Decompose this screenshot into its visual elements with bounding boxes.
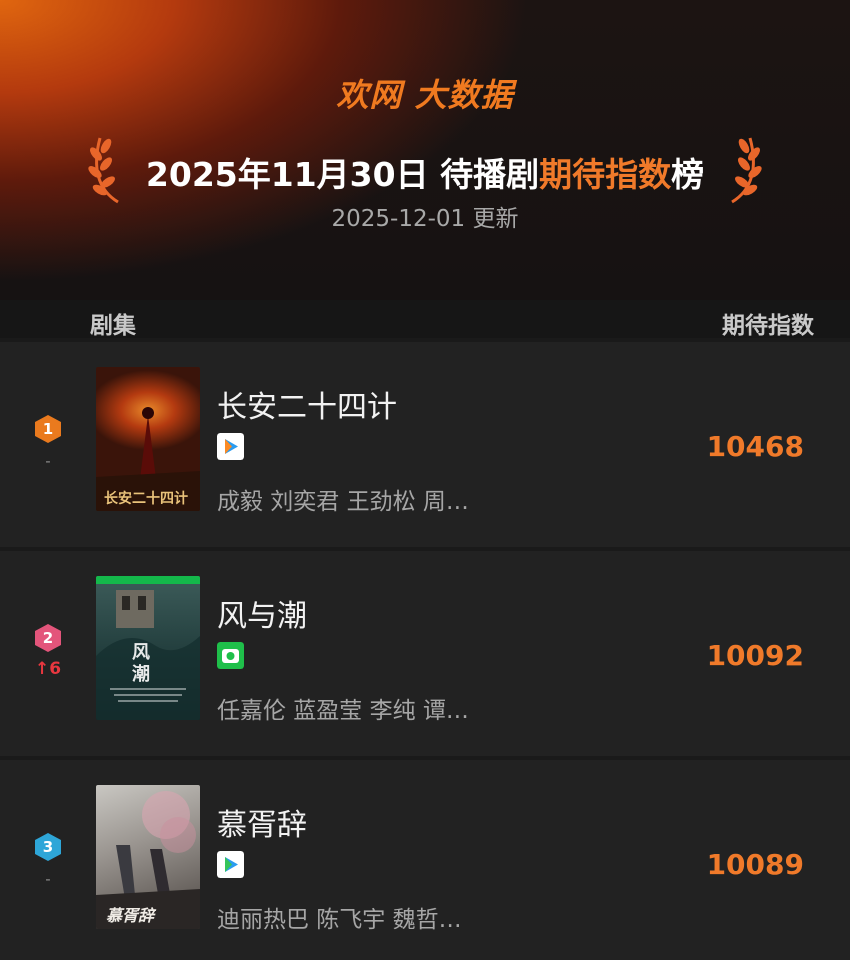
iqiyi-icon — [217, 642, 244, 669]
series-title: 慕胥辞 — [217, 808, 307, 843]
svg-text:长安二十四计: 长安二十四计 — [104, 490, 188, 507]
rank-change: - — [45, 870, 51, 888]
svg-text:潮: 潮 — [132, 664, 150, 685]
title-prefix: 2025年11月30日 待播剧 — [145, 155, 540, 194]
page-title: 2025年11月30日 待播剧期待指数榜 — [0, 148, 850, 196]
poster-image[interactable]: 慕胥辞 — [96, 785, 200, 929]
tencent-video-icon — [217, 433, 244, 460]
cast-list: 迪丽热巴 陈飞宇 魏哲… — [217, 907, 462, 933]
series-title: 长安二十四计 — [217, 390, 397, 425]
poster-image[interactable]: 风 潮 — [96, 576, 200, 720]
ranking-row-1[interactable]: 1 - 长安二十四计 长安二十四计 成毅 刘奕君 王劲松 周… 10468 — [0, 342, 850, 547]
update-date: 2025-12-01 更新 — [331, 206, 519, 232]
column-index-label: 期待指数 — [722, 313, 814, 339]
rank-change-up: ↑6 — [34, 659, 62, 679]
column-header: 剧集 期待指数 — [0, 300, 850, 339]
title-suffix: 榜 — [671, 155, 705, 194]
rank-badge: 2 — [33, 623, 63, 653]
expectation-score: 10092 — [706, 639, 804, 672]
tencent-video-icon — [217, 851, 244, 878]
cast-list: 任嘉伦 蓝盈莹 李纯 谭… — [217, 698, 469, 724]
column-series-label: 剧集 — [90, 313, 136, 339]
rank-badge: 1 — [33, 414, 63, 444]
arrow-up-icon: ↑ — [34, 659, 50, 679]
title-highlight: 期待指数 — [539, 155, 672, 194]
logo-text: 欢网 大数据 — [336, 76, 514, 114]
series-title: 风与潮 — [217, 599, 307, 634]
rank-change: - — [45, 452, 51, 470]
svg-text:慕胥辞: 慕胥辞 — [106, 906, 157, 925]
expectation-score: 10089 — [706, 848, 804, 881]
rank-badge: 3 — [33, 832, 63, 862]
svg-text:风: 风 — [132, 642, 150, 663]
ranking-row-3[interactable]: 3 - 慕胥辞 慕胥辞 迪丽热巴 陈飞宇 魏哲… 10089 — [0, 760, 850, 960]
ranking-row-2[interactable]: 2 ↑6 风 潮 风与潮 任嘉伦 蓝盈莹 李纯 谭… 10092 — [0, 551, 850, 756]
header-banner: 欢网 大数据 2025年11月30日 待播剧期待指数榜 2025-12-01 更… — [0, 0, 850, 300]
expectation-score: 10468 — [706, 430, 804, 463]
poster-image[interactable]: 长安二十四计 — [96, 367, 200, 511]
cast-list: 成毅 刘奕君 王劲松 周… — [217, 489, 469, 515]
